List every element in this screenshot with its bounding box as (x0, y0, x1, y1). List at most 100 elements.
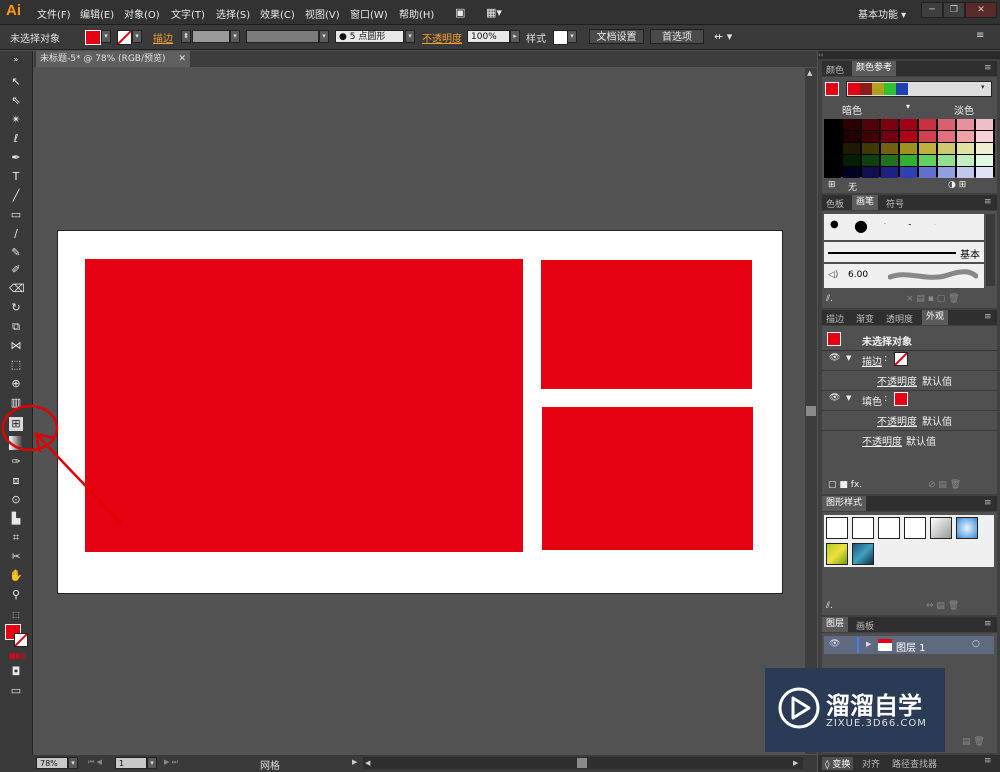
color-variation-swatch[interactable] (824, 131, 841, 142)
rotate-tool-icon[interactable]: ↻ (9, 301, 23, 315)
stroke-weight-field[interactable] (192, 30, 230, 43)
preferences-button[interactable]: 首选项 (650, 29, 704, 44)
horizontal-scrollbar[interactable]: ◀ ▶ (363, 757, 803, 769)
color-variation-swatch[interactable] (919, 167, 936, 178)
layer-target-icon[interactable]: ○ (972, 639, 980, 649)
color-variation-swatch[interactable] (824, 119, 841, 130)
menu-file[interactable]: 文件(F) (37, 6, 71, 21)
zoom-tool-icon[interactable]: ⚲ (9, 588, 23, 602)
tab-graphic-styles[interactable]: 图形样式 (822, 496, 867, 511)
appearance-footer-icons[interactable]: ▢ ■ fx. (828, 480, 862, 490)
style-swatch[interactable] (553, 30, 568, 45)
color-variation-swatch[interactable] (976, 143, 993, 154)
color-variation-swatch[interactable] (862, 155, 879, 166)
style-default[interactable] (826, 517, 848, 539)
scale-tool-icon[interactable]: ⧉ (9, 320, 23, 334)
close-tab-icon[interactable]: ✕ (178, 51, 186, 67)
document-setup-button[interactable]: 文档设置 (589, 29, 644, 44)
style-drop[interactable] (904, 517, 926, 539)
variation-dropdown-icon[interactable]: ▾ (906, 102, 910, 111)
line-tool-icon[interactable]: ╱ (9, 189, 23, 203)
color-variation-swatch[interactable] (919, 131, 936, 142)
color-variation-swatch[interactable] (862, 131, 879, 142)
menu-help[interactable]: 帮助(H) (399, 6, 434, 21)
styles-library-icon[interactable]: ⫽. (826, 601, 833, 611)
color-variation-swatch[interactable] (862, 167, 879, 178)
color-variation-swatch[interactable] (824, 155, 841, 166)
vertical-scrollbar[interactable]: ▲ ▼ (805, 68, 817, 754)
color-mode-icons[interactable]: ■▮▨ (9, 649, 26, 663)
limit-icon[interactable]: ⊞ (828, 180, 836, 190)
color-variation-swatch[interactable] (843, 119, 860, 130)
stroke-visibility-eye-icon[interactable]: 👁 (829, 353, 840, 363)
tab-layers[interactable]: 图层 (822, 617, 849, 632)
color-variation-swatch[interactable] (862, 119, 879, 130)
stroke-weight-dropdown[interactable]: ▾ (230, 30, 240, 43)
color-variation-swatch[interactable] (938, 155, 955, 166)
tab-symbols[interactable]: 符号 (886, 197, 904, 210)
restore-icon[interactable]: ❐ (943, 2, 965, 18)
harmony-rules-bar[interactable]: ▾ (846, 81, 992, 97)
selection-tool-icon[interactable]: ↖ (9, 75, 23, 89)
fill-dropdown[interactable]: ▾ (101, 30, 111, 43)
color-variation-swatch[interactable] (957, 131, 974, 142)
stroke-expand-icon[interactable]: ▼ (846, 354, 851, 362)
brush-definition[interactable]: ● 5 点圆形 (335, 30, 404, 43)
appearance-stroke-swatch[interactable] (894, 352, 908, 366)
arrange-documents-icon[interactable]: ▦▾ (486, 6, 502, 19)
color-variation-swatch[interactable] (881, 167, 898, 178)
layer-row[interactable]: 👁 ▶ 图层 1 ○ (824, 636, 994, 654)
style-blue-texture[interactable] (852, 543, 874, 565)
layers-footer-icons[interactable]: ▤ 🗑 (962, 737, 985, 747)
eraser-icon[interactable]: ⌫ (9, 282, 25, 296)
color-variation-swatch[interactable] (843, 143, 860, 154)
fill-opacity-label[interactable]: 不透明度 (877, 413, 917, 428)
menu-select[interactable]: 选择(S) (216, 6, 250, 21)
tab-artboards[interactable]: 画板 (856, 619, 874, 632)
brush-dot-tiny-icon[interactable]: · (884, 221, 886, 228)
screen-mode-icon[interactable]: ▭ (9, 684, 23, 698)
tab-align[interactable]: 对齐 (862, 757, 880, 770)
color-variation-swatch[interactable] (900, 119, 917, 130)
color-variation-swatch[interactable] (900, 131, 917, 142)
menu-type[interactable]: 文字(T) (171, 6, 205, 21)
color-variation-swatch[interactable] (881, 131, 898, 142)
tab-gradient[interactable]: 渐变 (856, 312, 874, 325)
fill-visibility-eye-icon[interactable]: 👁 (829, 393, 840, 403)
color-variation-swatch[interactable] (976, 167, 993, 178)
type-tool-icon[interactable]: T (9, 170, 23, 184)
red-rectangle-large[interactable] (85, 259, 523, 552)
bridge-icon[interactable]: ▣ (455, 6, 465, 19)
brush-light-icon[interactable]: · (934, 221, 936, 229)
opacity-field[interactable]: 100% (467, 30, 510, 43)
zoom-field[interactable]: 78% (36, 757, 68, 769)
next-artboard-icon[interactable]: ▶ ⏭ (164, 758, 178, 767)
direct-selection-tool-icon[interactable]: ⇖ (9, 94, 23, 108)
workspace-switcher[interactable]: 基本功能 ▾ (858, 6, 906, 21)
free-transform-icon[interactable]: ⬚ (9, 358, 23, 372)
tab-color[interactable]: 颜色 (826, 63, 844, 76)
base-color-swatch[interactable] (825, 82, 839, 96)
artboard[interactable] (57, 230, 783, 594)
status-menu-icon[interactable]: ▶ (352, 758, 357, 766)
color-variation-swatch[interactable] (957, 155, 974, 166)
paintbrush-icon[interactable]: ∕ (9, 227, 23, 241)
opacity-label[interactable]: 不透明度 (422, 30, 462, 45)
width-tool-icon[interactable]: ⋈ (9, 339, 23, 353)
fill-swatch[interactable] (85, 30, 101, 45)
red-rectangle-bottom-right[interactable] (542, 407, 753, 550)
color-variation-swatch[interactable] (976, 131, 993, 142)
fill-expand-icon[interactable]: ▼ (846, 394, 851, 402)
color-variation-swatch[interactable] (843, 155, 860, 166)
style-default-stroke[interactable] (852, 517, 874, 539)
close-icon[interactable]: ✕ (965, 2, 997, 18)
color-variation-swatch[interactable] (843, 131, 860, 142)
appearance-stroke-label[interactable]: 描边 (862, 353, 882, 368)
edit-colors-icon[interactable]: ◑ ⊞ (948, 180, 966, 190)
panel-menu-icon-layers[interactable]: ≡ (984, 619, 992, 629)
color-variation-grid[interactable] (824, 119, 995, 178)
menu-view[interactable]: 视图(V) (305, 6, 340, 21)
menu-window[interactable]: 窗口(W) (350, 6, 388, 21)
slice-tool-icon[interactable]: ✂ (9, 550, 23, 564)
styles-footer-icons[interactable]: ⇔ ▤ 🗑 (926, 601, 959, 611)
